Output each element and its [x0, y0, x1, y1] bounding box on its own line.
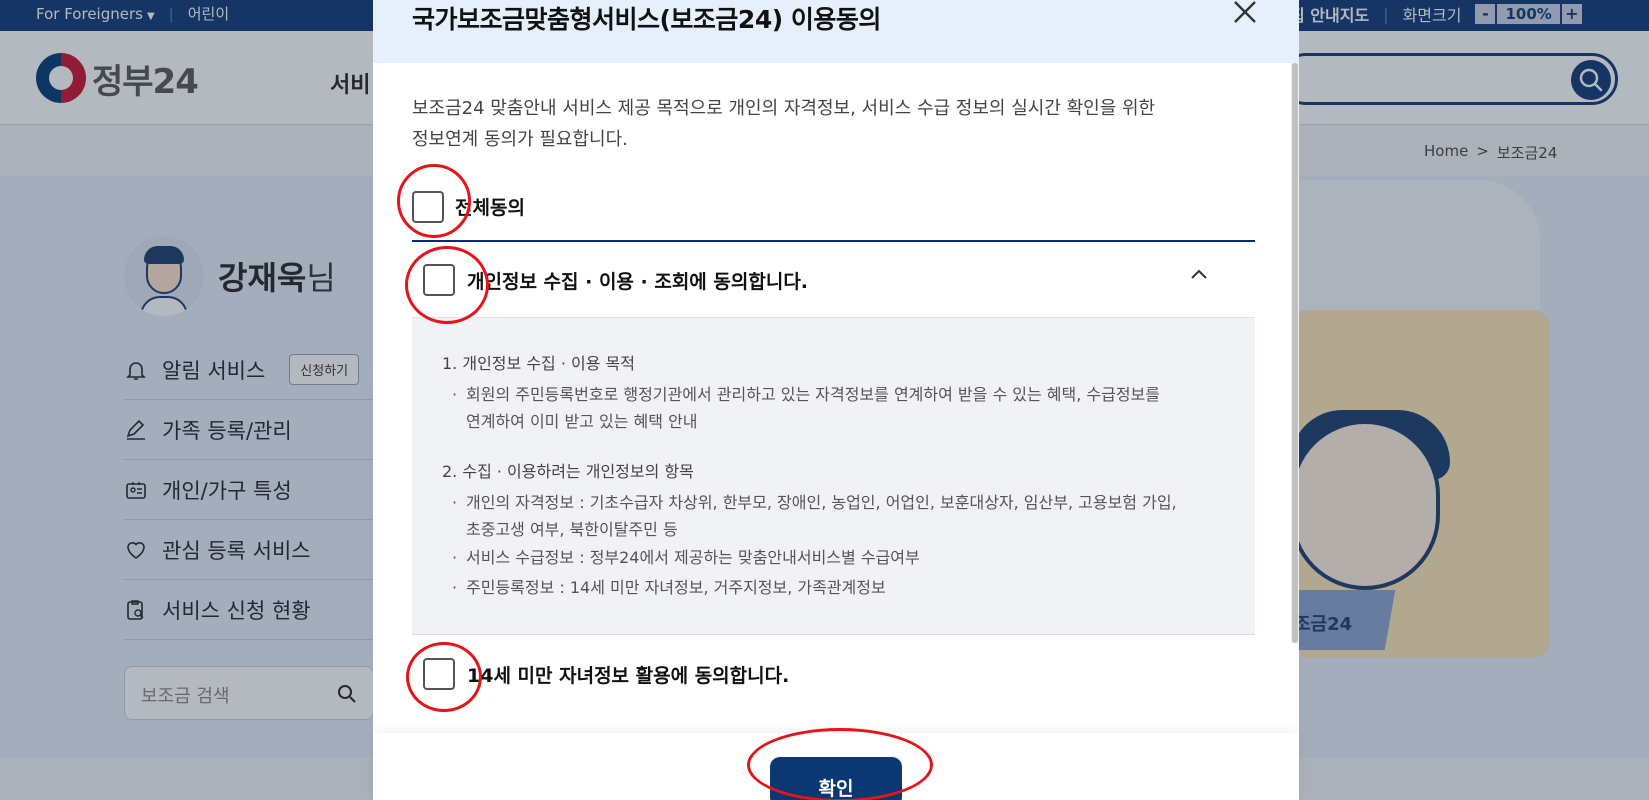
confirm-button[interactable]: 확인	[770, 757, 902, 800]
divider	[412, 240, 1255, 242]
personal-info-consent-checkbox[interactable]	[423, 264, 455, 296]
consent-modal: 국가보조금맞춤형서비스(보조금24) 이용동의 보조금24 맞춤안내 서비스 제…	[373, 0, 1299, 800]
modal-body: 보조금24 맞춤안내 서비스 제공 목적으로 개인의 자격정보, 서비스 수급 …	[373, 63, 1299, 695]
bullet-dot: ·	[452, 385, 458, 404]
bullet-dot: ·	[452, 578, 458, 597]
modal-title: 국가보조금맞춤형서비스(보조금24) 이용동의	[412, 5, 881, 34]
detail-line: 연계하여 이미 받고 있는 혜택 안내	[466, 412, 698, 431]
bullet-dot: ·	[452, 548, 458, 567]
detail-heading: 1. 개인정보 수집 · 이용 목적	[442, 354, 635, 373]
child-info-consent-checkbox[interactable]	[423, 658, 455, 690]
detail-line: 서비스 수급정보 : 정부24에서 제공하는 맞춤안내서비스별 수급여부	[466, 548, 920, 567]
chevron-up-icon[interactable]	[1187, 263, 1211, 287]
intro-line: 정보연계 동의가 필요합니다.	[412, 129, 628, 150]
detail-bullet: · 서비스 수급정보 : 정부24에서 제공하는 맞춤안내서비스별 수급여부	[452, 544, 1226, 571]
child-info-consent-label[interactable]: 14세 미만 자녀정보 활용에 동의합니다.	[467, 661, 789, 688]
scrollbar-thumb[interactable]	[1292, 63, 1298, 643]
detail-bullet: · 개인의 자격정보 : 기초수급자 차상위, 한부모, 장애인, 농업인, 어…	[452, 489, 1226, 543]
bullet-dot: ·	[452, 493, 458, 512]
modal-scrollbar[interactable]	[1291, 63, 1299, 643]
agree-all-checkbox[interactable]	[412, 191, 444, 223]
detail-bullet: · 주민등록정보 : 14세 미만 자녀정보, 거주지정보, 가족관계정보	[452, 574, 1226, 601]
detail-line: 초중고생 여부, 북한이탈주민 등	[466, 520, 678, 539]
detail-bullet: · 회원의 주민등록번호로 행정기관에서 관리하고 있는 자격정보를 연계하여 …	[452, 381, 1226, 435]
detail-line: 개인의 자격정보 : 기초수급자 차상위, 한부모, 장애인, 농업인, 어업인…	[466, 493, 1177, 512]
agree-all-label[interactable]: 전체동의	[455, 193, 525, 220]
detail-heading: 2. 수집 · 이용하려는 개인정보의 항목	[442, 462, 694, 481]
detail-line: 주민등록정보 : 14세 미만 자녀정보, 거주지정보, 가족관계정보	[466, 578, 886, 597]
consent-detail-panel: 1. 개인정보 수집 · 이용 목적 · 회원의 주민등록번호로 행정기관에서 …	[412, 317, 1255, 635]
close-icon[interactable]	[1229, 0, 1261, 32]
detail-line: 회원의 주민등록번호로 행정기관에서 관리하고 있는 자격정보를 연계하여 받을…	[466, 385, 1160, 404]
personal-info-consent-label[interactable]: 개인정보 수집 · 이용 · 조회에 동의합니다.	[467, 267, 808, 294]
modal-header: 국가보조금맞춤형서비스(보조금24) 이용동의	[373, 0, 1299, 63]
intro-line: 보조금24 맞춤안내 서비스 제공 목적으로 개인의 자격정보, 서비스 수급 …	[412, 98, 1156, 119]
modal-intro: 보조금24 맞춤안내 서비스 제공 목적으로 개인의 자격정보, 서비스 수급 …	[412, 93, 1212, 155]
